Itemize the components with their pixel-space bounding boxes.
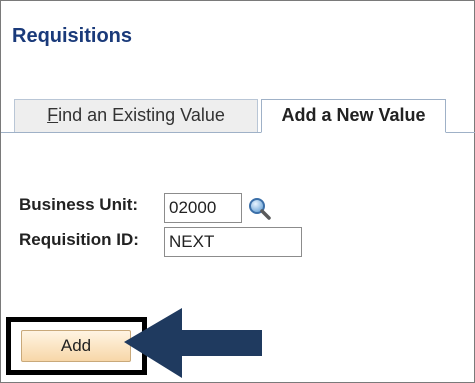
requisition-id-input[interactable] xyxy=(164,227,302,257)
left-arrow-callout-icon xyxy=(124,308,262,378)
tab-add-new-value[interactable]: Add a New Value xyxy=(261,99,446,133)
page-title: Requisitions xyxy=(12,25,133,47)
tab-add-label: Add a New Value xyxy=(281,105,426,125)
business-unit-input[interactable] xyxy=(164,193,242,223)
requisition-id-label: Requisition ID: xyxy=(19,230,139,249)
tab-find-existing-value[interactable]: Find an Existing Value xyxy=(14,99,258,132)
add-button[interactable]: Add xyxy=(21,330,131,362)
tab-find-label: ind an Existing Value xyxy=(58,105,225,125)
magnifier-lookup-icon[interactable] xyxy=(247,196,271,220)
business-unit-label: Business Unit: xyxy=(19,195,139,214)
tab-find-accesskey: F xyxy=(47,105,59,125)
